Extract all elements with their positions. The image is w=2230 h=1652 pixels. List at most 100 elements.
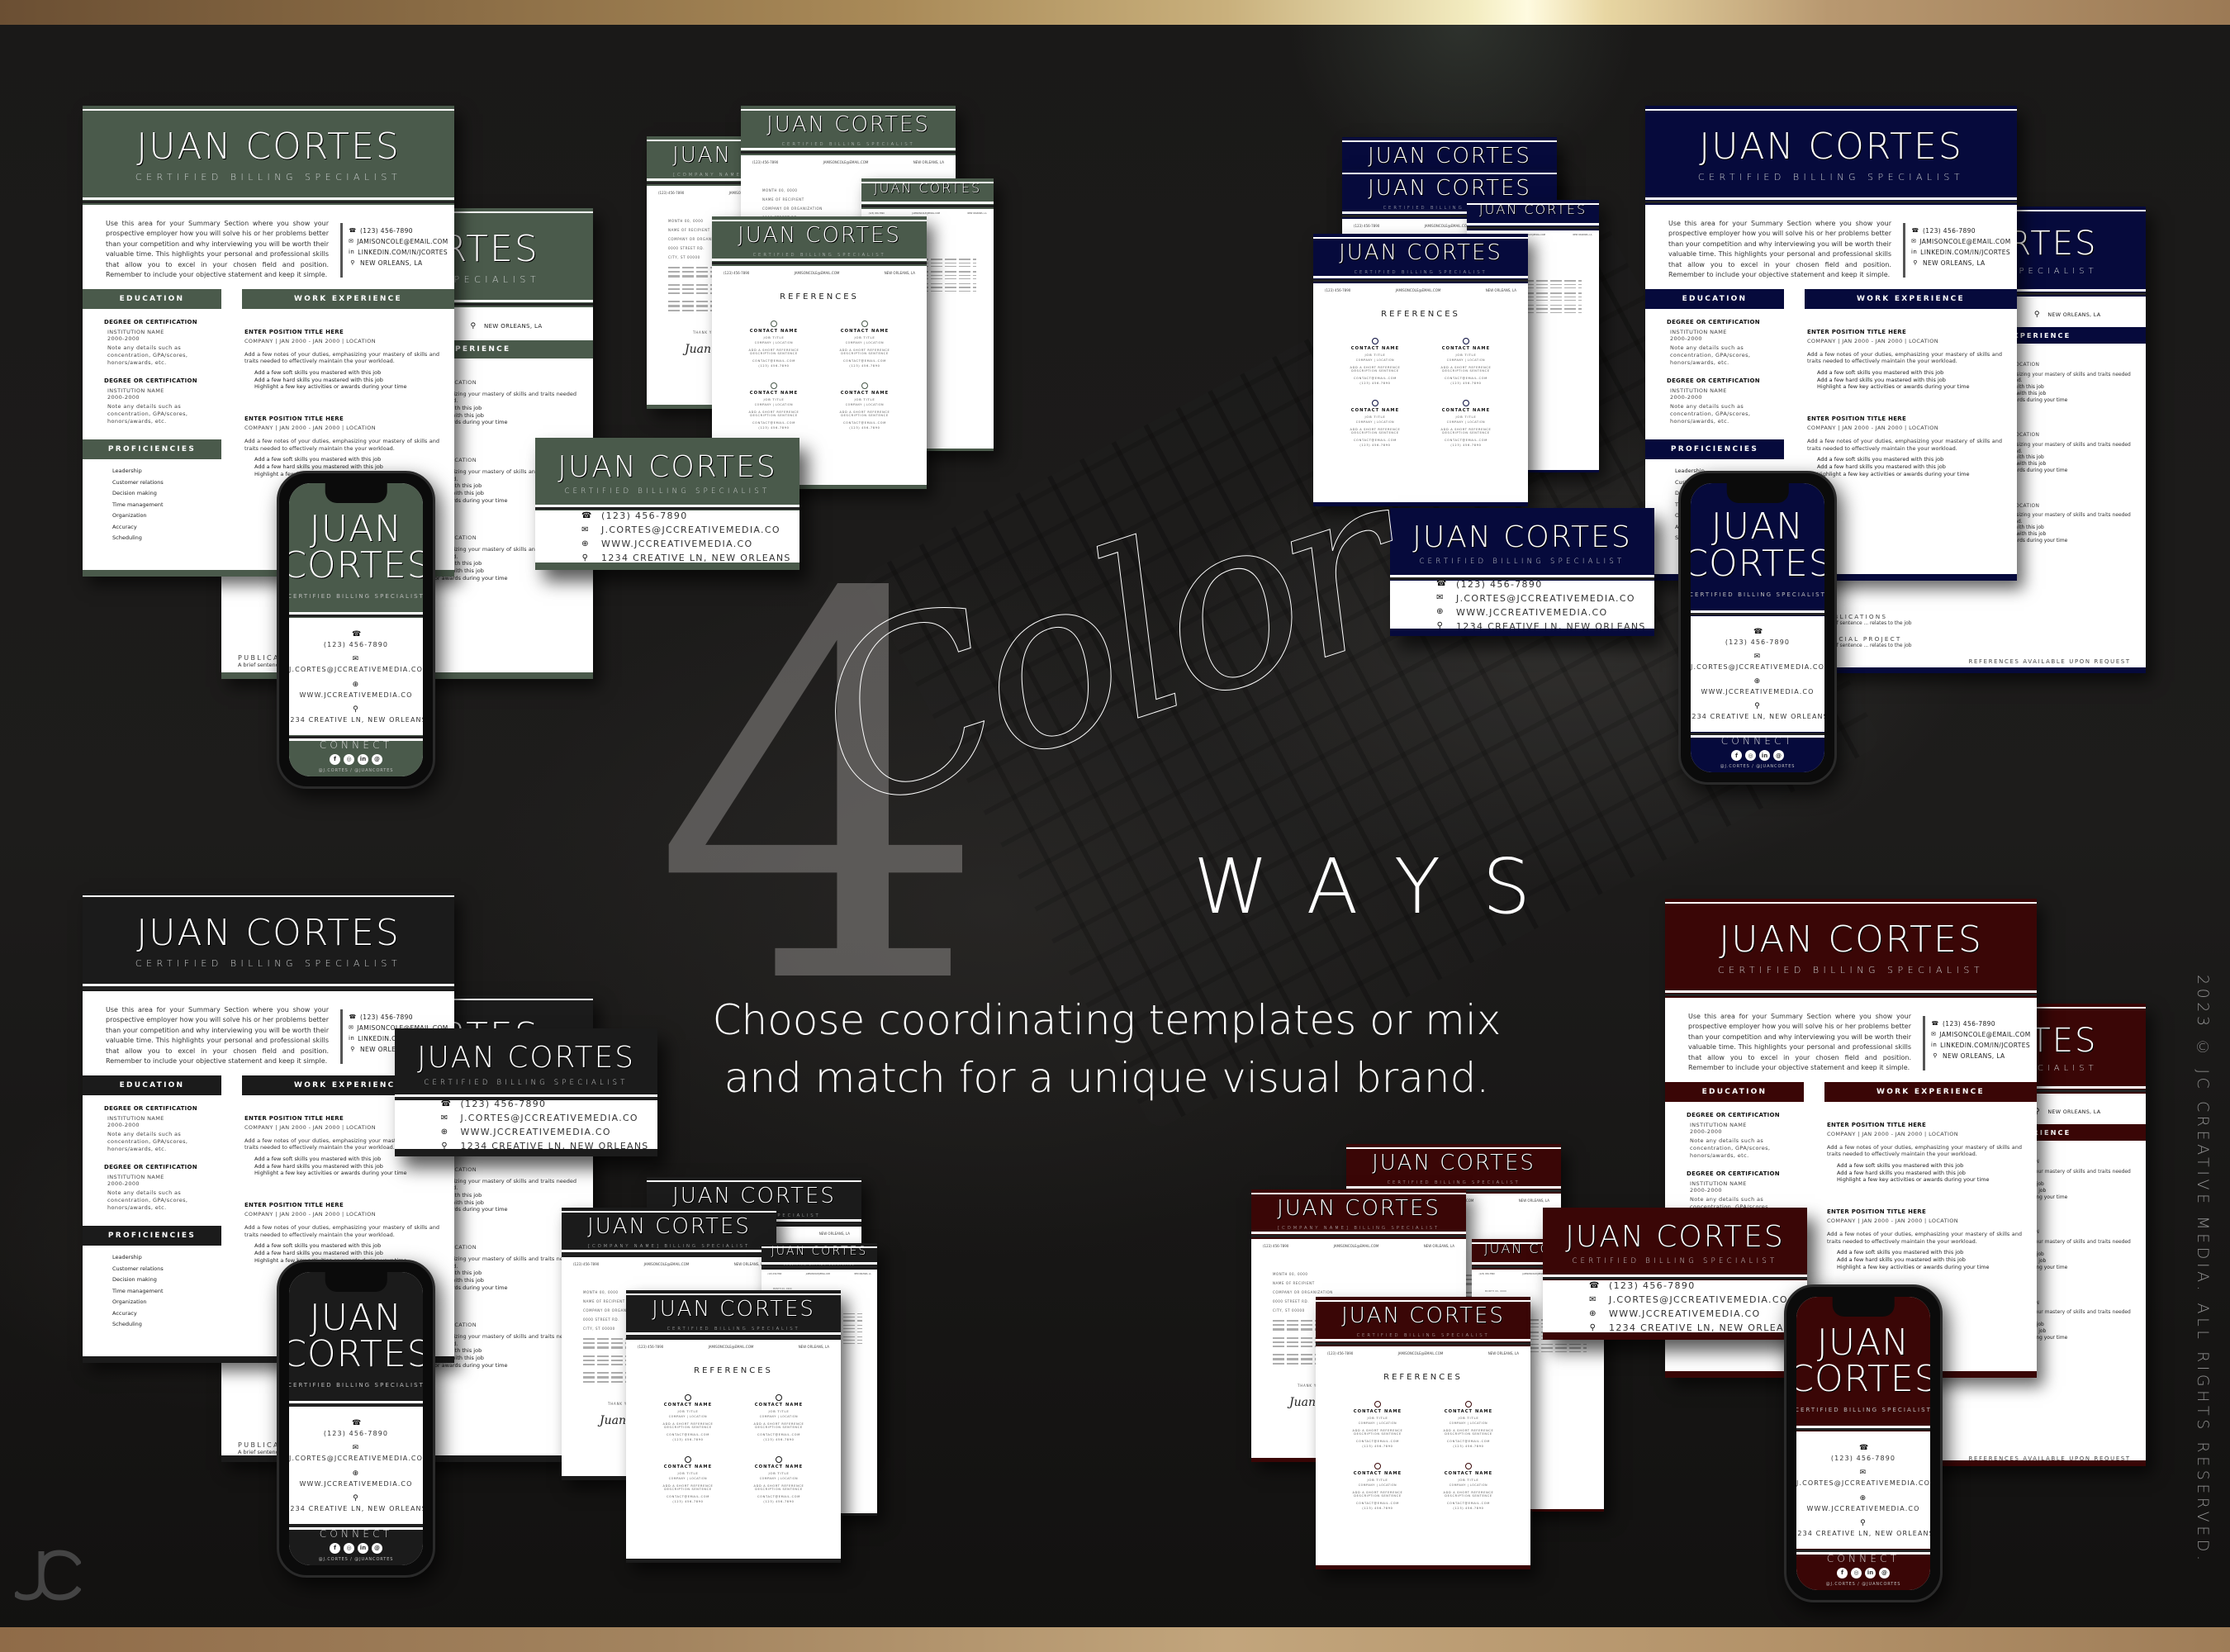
contact-value-email: JAMISONCOLE@EMAIL.COM [1939, 1030, 2031, 1038]
reference-description: ADD A SHORT REFERENCE DESCRIPTION SENTEN… [753, 1422, 804, 1429]
facebook-icon[interactable]: f [330, 753, 340, 765]
card-value-phone: (123) 456-7890 [1456, 578, 1543, 590]
reference-phone: (123) 456-7890 [1362, 1445, 1393, 1448]
duty-bullet: Add a few hard skills you mastered with … [1817, 376, 1946, 383]
job-title: CERTIFIED BILLING SPECIALIST [135, 171, 402, 183]
reference-company-location: COMPANY | LOCATION [1358, 1422, 1397, 1425]
threads-icon[interactable]: @ [1879, 1567, 1890, 1578]
person-last-name: CORTES [1691, 543, 1824, 586]
proficiencies-list: Leadership Customer relations Decision mak… [112, 1252, 220, 1331]
reference-phone: (123) 456-7890 [763, 1438, 795, 1441]
phone-contact-value-address: 1234 CREATIVE LN, NEW ORLEANS [1796, 1530, 1930, 1538]
phone-icon: ☎ [351, 1418, 363, 1427]
references-contact-email: JAMISONCOLE@EMAIL.COM [794, 271, 840, 275]
reference-description: ADD A SHORT REFERENCE DESCRIPTION SENTEN… [1443, 1491, 1494, 1498]
phone-contact-address: ⚲ 1234 CREATIVE LN, NEW ORLEANS [1796, 1519, 1930, 1537]
summary-divider [340, 223, 343, 278]
phone-mockup: JUAN CORTES CERTIFIED BILLING SPECIALIST ☎ (… [1784, 1284, 1943, 1602]
duty-bullet: Add a few hard skills you mastered with … [1837, 1169, 1966, 1176]
phone-contact-email: ✉ J.CORTES@JCCREATIVEMEDIA.CO [289, 1444, 423, 1462]
instagram-icon[interactable]: ◎ [1851, 1567, 1862, 1578]
instagram-icon[interactable]: ◎ [1745, 750, 1756, 761]
phone-mockup: JUAN CORTES CERTIFIED BILLING SPECIALIST ☎ (… [277, 1260, 435, 1578]
threads-icon[interactable]: @ [1773, 750, 1784, 761]
reference-email: CONTACT@EMAIL.COM [752, 421, 795, 425]
work-column: ENTER POSITION TITLE HERE COMPANY | JAN 2… [1827, 1122, 2022, 1270]
card-value-website: WWW.JCCREATIVEMEDIA.CO [1609, 1308, 1761, 1319]
linkedin-icon[interactable]: in [358, 753, 368, 765]
work-column: ENTER POSITION TITLE HERE COMPANY | JAN 2… [1807, 329, 2002, 477]
linkedin-icon[interactable]: in [1759, 750, 1770, 761]
duty-bullet: Highlight a few key activities or awards… [1817, 470, 1970, 477]
education-column: DEGREE OR CERTIFICATION INSTITUTION NAME 2… [1687, 1112, 1802, 1218]
email-icon: ✉ [440, 1113, 449, 1123]
resume-summary: Use this area for your Summary Section w… [106, 1006, 329, 1065]
education-note: Note any details such as concentration, … [107, 403, 188, 425]
phone-icon: ☎ [1436, 579, 1448, 588]
company-line: COMPANY | JAN 2000 - JAN 2000 | LOCATION [244, 1211, 377, 1218]
reference-phone: (123) 456-7890 [758, 364, 790, 368]
facebook-icon[interactable]: f [1731, 750, 1742, 761]
person-avatar-icon [776, 1394, 782, 1401]
job-title: CERTIFIED BILLING SPECIALIST [781, 142, 915, 147]
reference-phone: (123) 456-7890 [1359, 444, 1391, 447]
card-email: ✉ J.CORTES@JCCREATIVEMEDIA.CO [1436, 593, 1654, 604]
duties-text: Add a few notes of your duties, emphasiz… [1827, 1231, 2022, 1245]
company-line: COMPANY | JAN 2000 - JAN 2000 | LOCATION [1827, 1131, 1959, 1137]
reference-email: CONTACT@EMAIL.COM [752, 359, 795, 363]
duty-bullet: Highlight a few key activities or awards… [1837, 1263, 1990, 1270]
references-contact-location: NEW ORLEANS, LA [884, 271, 915, 275]
phone-contact-email: ✉ J.CORTES@JCCREATIVEMEDIA.CO [1796, 1469, 1930, 1487]
instagram-icon[interactable]: ◎ [344, 1542, 354, 1554]
references-contact-phone: (123) 456-7890 [638, 1345, 664, 1349]
resume-contacts: ☎(123) 456-7890✉JAMISONCOLE@EMAIL.COMinL… [1931, 1019, 2030, 1062]
social-handles: @J.CORTES / @JUANCORTES [1720, 764, 1796, 769]
reference-phone: (123) 456-7890 [763, 1500, 795, 1503]
letter-contact-phone: (123) 456-7890 [868, 211, 885, 215]
phone-mockup: JUAN CORTES CERTIFIED BILLING SPECIALIST ☎ (… [1678, 471, 1837, 785]
reference-entry: CONTACT NAME JOB TITLE COMPANY | LOCATION A… [1421, 338, 1511, 385]
reference-company-location: COMPANY | LOCATION [1355, 420, 1395, 424]
person-name: JUAN CORTES [1277, 1196, 1440, 1221]
job-title: CERTIFIED BILLING SPECIALIST [1691, 591, 1824, 598]
threads-icon[interactable]: @ [372, 753, 382, 765]
person-name: JUAN CORTES [873, 180, 982, 197]
business-card: JUAN CORTES CERTIFIED BILLING SPECIALIST ☎… [1543, 1208, 1807, 1340]
reference-entry: CONTACT NAME JOB TITLE COMPANY | LOCATION A… [728, 320, 819, 368]
person-first-name: JUAN [309, 1296, 403, 1339]
duties-text: Add a few notes of your duties, emphasiz… [244, 351, 439, 365]
page2-location: ⚲ NEW ORLEANS, LA [2033, 311, 2100, 319]
education-years: 2000-2000 [107, 1122, 140, 1128]
promo-canvas: JUAN CORTES CERTIFIED BILLING SPECIALIST ⚲… [0, 0, 2230, 1652]
reference-contact-name: CONTACT NAME [749, 391, 799, 396]
instagram-icon[interactable]: ◎ [344, 753, 354, 765]
threads-icon[interactable]: @ [372, 1542, 382, 1554]
reference-entry: CONTACT NAME JOB TITLE COMPANY | LOCATION A… [1332, 1463, 1423, 1510]
phone-contact-address: ⚲ 1234 CREATIVE LN, NEW ORLEANS [289, 705, 423, 724]
references-contact-location: NEW ORLEANS, LA [1485, 288, 1516, 292]
contact-linkedin: inLINKEDIN.COM/IN/JCORTES [1931, 1041, 2030, 1049]
linkedin-icon[interactable]: in [1865, 1567, 1876, 1578]
document-header: JUAN CORTES CERTIFIED BILLING SPECIALIST [712, 216, 927, 266]
reference-phone: (123) 456-7890 [849, 364, 880, 368]
duties-text: Add a few notes of your duties, emphasiz… [1807, 438, 2002, 452]
phone-contact-value-email: J.CORTES@JCCREATIVEMEDIA.CO [1796, 1479, 1930, 1488]
duty-bullet: Add a few hard skills you mastered with … [1817, 463, 1946, 470]
facebook-icon[interactable]: f [1837, 1567, 1848, 1578]
linkedin-icon[interactable]: in [358, 1542, 368, 1554]
education-years: 2000-2000 [1670, 335, 1702, 342]
letter-contact-email: JAMISONCOLE@EMAIL.COM [1333, 1244, 1379, 1248]
proficiency-item: Customer relations [112, 1265, 164, 1272]
duty-bullet: Highlight a few key activities or awards… [1837, 1176, 1990, 1184]
letter-contact-email: JAMISONCOLE@EMAIL.COM [912, 211, 940, 215]
reference-email: CONTACT@EMAIL.COM [1445, 377, 1487, 380]
jc-logo-icon [15, 1550, 81, 1601]
facebook-icon[interactable]: f [330, 1542, 340, 1554]
references-heading: REFERENCES [1383, 1373, 1463, 1382]
person-name: JUAN CORTES [766, 112, 930, 137]
degree-title: DEGREE OR CERTIFICATION [1687, 1112, 1780, 1118]
reference-email: CONTACT@EMAIL.COM [1356, 1440, 1399, 1443]
job-title: [COMPANY NAME] BILLING SPECIALIST [1278, 1226, 1440, 1231]
proficiency-item: Organization [112, 1298, 147, 1305]
phone-contact-value-phone: (123) 456-7890 [323, 640, 389, 648]
